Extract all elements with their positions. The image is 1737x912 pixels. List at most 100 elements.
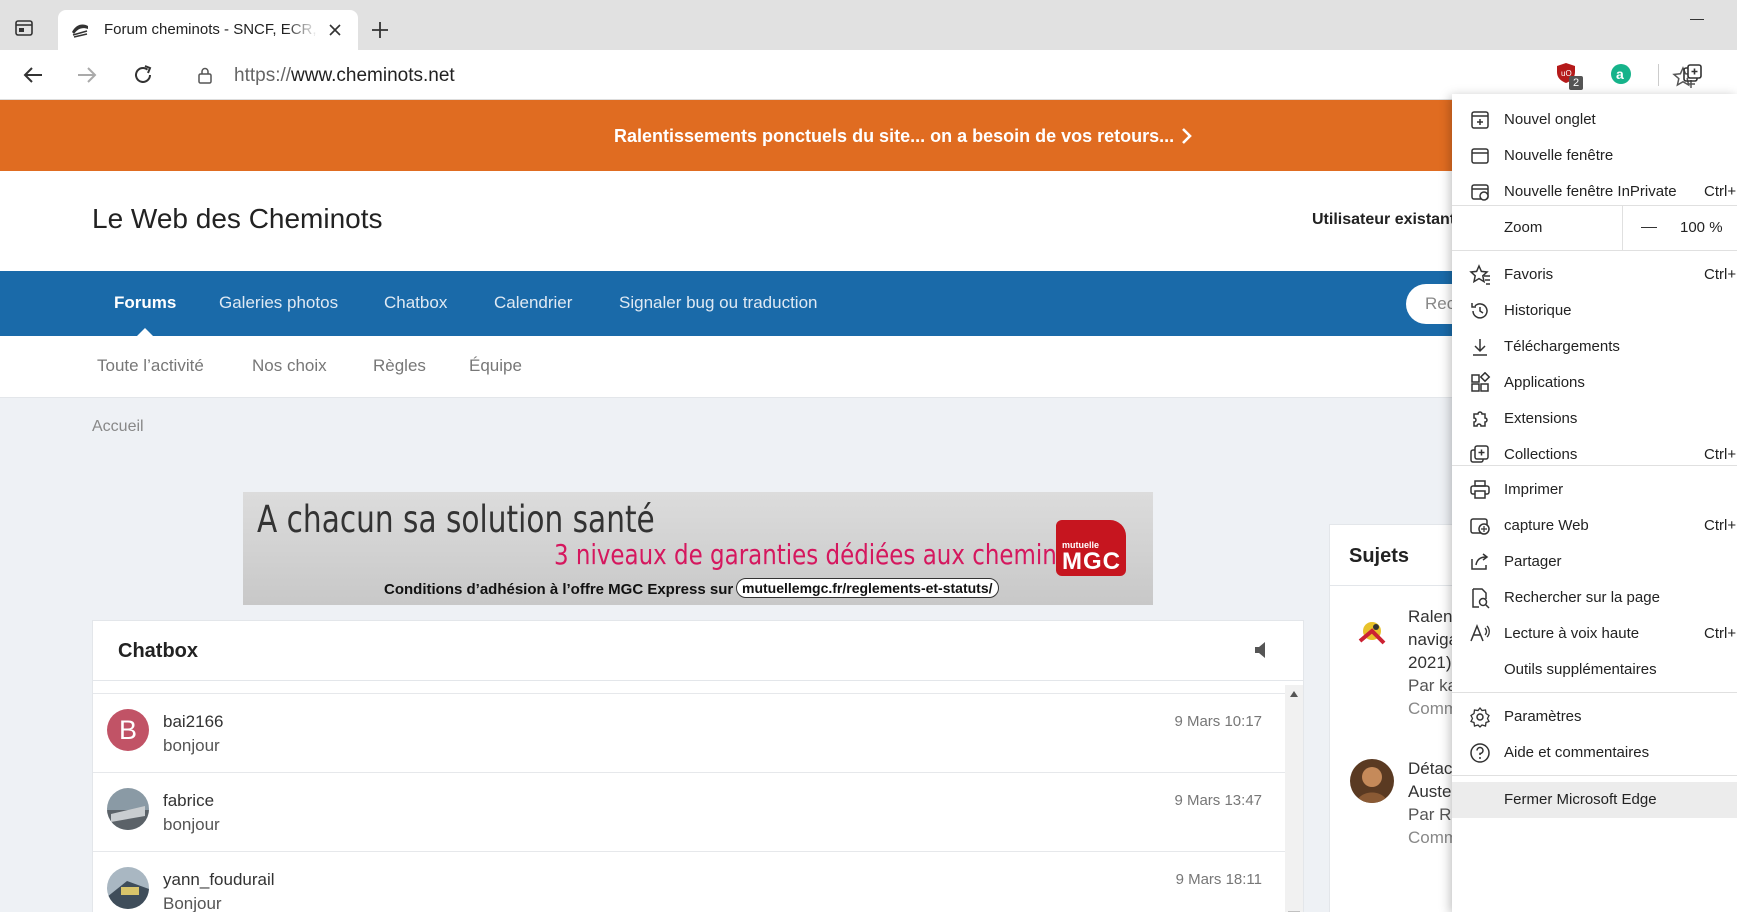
nav-report-bug[interactable]: Signaler bug ou traduction <box>619 293 817 313</box>
site-title[interactable]: Le Web des Cheminots <box>92 203 383 235</box>
url-text[interactable]: https://www.cheminots.net <box>234 65 455 87</box>
menu-label: Téléchargements <box>1504 338 1620 355</box>
speaker-icon[interactable] <box>1253 641 1269 659</box>
new-tab-icon[interactable] <box>368 18 392 42</box>
menu-separator <box>1452 775 1737 776</box>
refresh-icon[interactable] <box>130 62 156 88</box>
window-icon <box>1469 145 1491 167</box>
avatar[interactable] <box>1350 611 1394 655</box>
grammar-extension-icon[interactable]: a <box>1609 62 1635 88</box>
menu-shortcut: Ctrl+ <box>1704 183 1737 200</box>
existing-user-link[interactable]: Utilisateur existant <box>1312 211 1455 229</box>
menu-collections[interactable]: Collections Ctrl+ <box>1452 437 1737 473</box>
zoom-label: Zoom <box>1504 219 1543 236</box>
chatbox-header: Chatbox <box>93 621 1303 681</box>
share-icon <box>1469 551 1491 573</box>
search-placeholder: Rec <box>1425 294 1456 313</box>
menu-settings[interactable]: Paramètres <box>1452 699 1737 735</box>
avatar[interactable] <box>1350 759 1394 803</box>
read-aloud-icon <box>1469 623 1491 645</box>
subnav-all-activity[interactable]: Toute l’activité <box>97 356 204 376</box>
zoom-value: 100 % <box>1680 219 1723 236</box>
menu-help[interactable]: Aide et commentaires <box>1452 735 1737 771</box>
breadcrumb[interactable]: Accueil <box>92 418 144 436</box>
extension-badge-count: 2 <box>1569 76 1583 90</box>
active-nav-caret <box>137 328 153 336</box>
ad-link[interactable]: mutuellemgc.fr/reglements-et-statuts/ <box>736 578 999 598</box>
menu-find-on-page[interactable]: Rechercher sur la page <box>1452 580 1737 616</box>
lock-icon[interactable] <box>196 66 214 84</box>
menu-favorites[interactable]: Favoris Ctrl+ <box>1452 257 1737 293</box>
menu-label: Applications <box>1504 374 1585 391</box>
topic-author[interactable]: Par ka <box>1408 676 1457 696</box>
menu-label: Historique <box>1504 302 1572 319</box>
menu-read-aloud[interactable]: Lecture à voix haute Ctrl+ <box>1452 616 1737 652</box>
topic-title-line[interactable]: Auste <box>1408 782 1451 802</box>
topic-title-line[interactable]: Détac <box>1408 759 1452 779</box>
edge-settings-menu: Nouvel onglet Nouvelle fenêtre Nouvelle … <box>1452 94 1737 912</box>
mgc-logo-text: MGC <box>1062 548 1121 575</box>
ublock-extension-icon[interactable]: uO 2 <box>1555 62 1583 90</box>
zoom-out-minus-icon[interactable] <box>1639 219 1659 237</box>
address-bar[interactable]: https://www.cheminots.net <box>178 56 1695 94</box>
menu-web-capture[interactable]: capture Web Ctrl+ <box>1452 508 1737 544</box>
tab-title: Forum cheminots - SNCF, ECR, VFLI <box>104 21 318 38</box>
avatar[interactable] <box>107 867 149 909</box>
menu-separator <box>1452 465 1737 466</box>
menu-new-tab[interactable]: Nouvel onglet <box>1452 102 1737 138</box>
nav-forums[interactable]: Forums <box>114 293 176 313</box>
menu-label: Partager <box>1504 553 1562 570</box>
nav-photo-galleries[interactable]: Galeries photos <box>219 293 338 313</box>
menu-separator <box>1452 250 1737 251</box>
download-icon <box>1469 336 1491 358</box>
menu-print[interactable]: Imprimer <box>1452 472 1737 508</box>
apps-grid-icon <box>1469 371 1491 394</box>
menu-label: Paramètres <box>1504 708 1582 725</box>
topic-title-line[interactable]: Ralent <box>1408 607 1457 627</box>
avatar[interactable] <box>107 788 149 830</box>
menu-extensions[interactable]: Extensions <box>1452 401 1737 437</box>
banner-text[interactable]: Ralentissements ponctuels du site... on … <box>614 126 1174 147</box>
menu-close-edge[interactable]: Fermer Microsoft Edge <box>1452 782 1737 818</box>
subnav-rules[interactable]: Règles <box>373 356 426 376</box>
menu-label: Nouvel onglet <box>1504 111 1596 128</box>
printer-icon <box>1469 479 1491 501</box>
forward-arrow-icon[interactable] <box>74 62 100 88</box>
back-arrow-icon[interactable] <box>20 62 46 88</box>
close-tab-icon[interactable] <box>326 21 344 39</box>
nav-chatbox[interactable]: Chatbox <box>384 293 447 313</box>
gear-icon <box>1469 706 1491 728</box>
topic-title-line[interactable]: naviga <box>1408 630 1458 650</box>
menu-new-window[interactable]: Nouvelle fenêtre <box>1452 138 1737 174</box>
find-on-page-icon <box>1469 587 1491 609</box>
chat-username[interactable]: fabrice <box>163 791 214 811</box>
chat-text: bonjour <box>163 736 220 755</box>
mgc-advertisement[interactable]: A chacun sa solution santé 3 niveaux de … <box>243 492 1153 605</box>
chat-username[interactable]: bai2166 <box>163 712 224 732</box>
menu-downloads[interactable]: Téléchargements <box>1452 329 1737 365</box>
nav-calendar[interactable]: Calendrier <box>494 293 572 313</box>
browser-toolbar: https://www.cheminots.net uO 2 a <box>0 50 1737 100</box>
menu-more-tools[interactable]: Outils supplémentaires <box>1452 652 1737 688</box>
avatar[interactable]: B <box>107 709 149 751</box>
zoom-divider <box>1622 206 1623 250</box>
menu-shortcut: Ctrl+ <box>1704 266 1737 283</box>
collections-toolbar-icon[interactable] <box>1681 62 1707 88</box>
menu-label: Nouvelle fenêtre <box>1504 147 1614 164</box>
minimize-window-icon[interactable] <box>1690 12 1706 28</box>
subnav-team[interactable]: Équipe <box>469 356 522 376</box>
menu-apps[interactable]: Applications <box>1452 365 1737 401</box>
browser-tab[interactable]: Forum cheminots - SNCF, ECR, VFLI <box>58 10 358 50</box>
chatbox-scrollbar[interactable] <box>1285 685 1303 912</box>
tab-actions-icon[interactable] <box>14 18 40 44</box>
menu-share[interactable]: Partager <box>1452 544 1737 580</box>
chatbox-title: Chatbox <box>118 640 198 662</box>
topics-title: Sujets <box>1349 545 1410 567</box>
tab-strip: Forum cheminots - SNCF, ECR, VFLI <box>0 0 1737 50</box>
menu-history[interactable]: Historique <box>1452 293 1737 329</box>
chat-username[interactable]: yann_foudurail <box>163 870 275 890</box>
scroll-up-arrow-icon[interactable] <box>1290 691 1298 697</box>
chevron-right-icon[interactable] <box>1180 127 1194 145</box>
subnav-our-picks[interactable]: Nos choix <box>252 356 327 376</box>
topic-title-line[interactable]: 2021) <box>1408 653 1451 673</box>
